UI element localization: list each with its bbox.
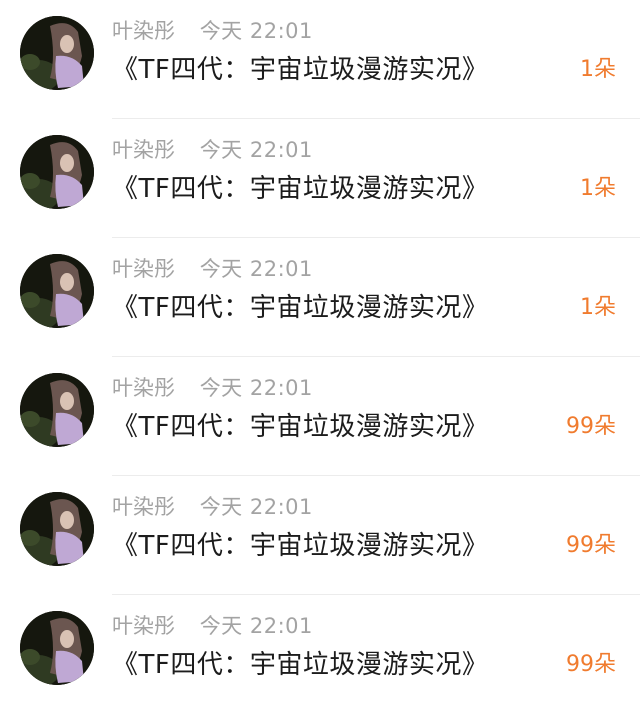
avatar[interactable] [20,611,94,685]
gift-amount: 1朵 [580,295,616,320]
avatar[interactable] [20,254,94,328]
meta-line: 叶染彤 今天 22:01 [112,371,313,405]
sender-name[interactable]: 叶染彤 [112,257,175,281]
sender-name[interactable]: 叶染彤 [112,376,175,400]
list-item[interactable]: 叶染彤 今天 22:01 《TF四代：宇宙垃圾漫游实况》 99朵 [0,595,640,714]
sender-name[interactable]: 叶染彤 [112,138,175,162]
meta-line: 叶染彤 今天 22:01 [112,609,313,643]
list-item[interactable]: 叶染彤 今天 22:01 《TF四代：宇宙垃圾漫游实况》 99朵 [0,476,640,595]
list-item[interactable]: 叶染彤 今天 22:01 《TF四代：宇宙垃圾漫游实况》 1朵 [0,119,640,238]
sender-name[interactable]: 叶染彤 [112,495,175,519]
gift-amount: 99朵 [566,652,616,677]
sender-name[interactable]: 叶染彤 [112,19,175,43]
gift-amount: 99朵 [566,533,616,558]
work-title[interactable]: 《TF四代：宇宙垃圾漫游实况》 [112,407,488,447]
list-item[interactable]: 叶染彤 今天 22:01 《TF四代：宇宙垃圾漫游实况》 1朵 [0,0,640,119]
list-item[interactable]: 叶染彤 今天 22:01 《TF四代：宇宙垃圾漫游实况》 99朵 [0,357,640,476]
avatar[interactable] [20,135,94,209]
timestamp: 今天 22:01 [199,19,313,43]
work-title[interactable]: 《TF四代：宇宙垃圾漫游实况》 [112,50,488,90]
meta-line: 叶染彤 今天 22:01 [112,14,313,48]
sender-name[interactable]: 叶染彤 [112,614,175,638]
avatar[interactable] [20,373,94,447]
timestamp: 今天 22:01 [199,257,313,281]
gift-amount: 99朵 [566,414,616,439]
timestamp: 今天 22:01 [199,376,313,400]
work-title[interactable]: 《TF四代：宇宙垃圾漫游实况》 [112,526,488,566]
avatar[interactable] [20,16,94,90]
work-title[interactable]: 《TF四代：宇宙垃圾漫游实况》 [112,645,488,685]
list-item[interactable]: 叶染彤 今天 22:01 《TF四代：宇宙垃圾漫游实况》 1朵 [0,238,640,357]
work-title[interactable]: 《TF四代：宇宙垃圾漫游实况》 [112,288,488,328]
meta-line: 叶染彤 今天 22:01 [112,133,313,167]
avatar[interactable] [20,492,94,566]
work-title[interactable]: 《TF四代：宇宙垃圾漫游实况》 [112,169,488,209]
gift-amount: 1朵 [580,57,616,82]
meta-line: 叶染彤 今天 22:01 [112,252,313,286]
timestamp: 今天 22:01 [199,495,313,519]
gift-amount: 1朵 [580,176,616,201]
gift-record-list: 叶染彤 今天 22:01 《TF四代：宇宙垃圾漫游实况》 1朵 叶染彤 今天 2… [0,0,640,701]
timestamp: 今天 22:01 [199,138,313,162]
timestamp: 今天 22:01 [199,614,313,638]
meta-line: 叶染彤 今天 22:01 [112,490,313,524]
